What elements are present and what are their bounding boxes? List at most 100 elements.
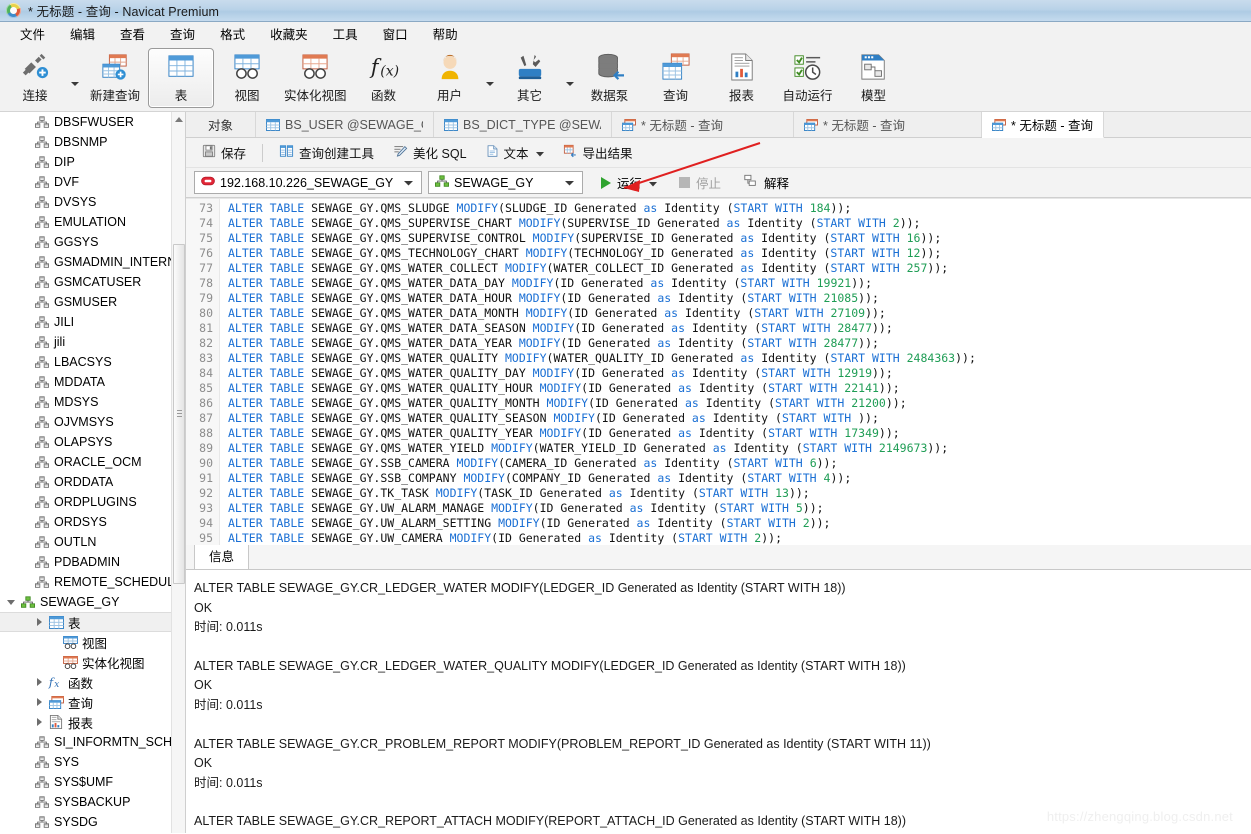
ribbon-button-query[interactable]: 查询 — [643, 48, 709, 108]
tree-node-sysbackup[interactable]: SYSBACKUP — [0, 792, 185, 812]
menu-query[interactable]: 查询 — [158, 22, 208, 45]
menu-view[interactable]: 查看 — [108, 22, 158, 45]
text-dropdown-caret-icon[interactable] — [535, 146, 544, 160]
ribbon-button-data-pump[interactable]: 数据泵 — [577, 48, 643, 108]
tree-node-jili[interactable]: jili — [0, 332, 185, 352]
tree-node-sysdg[interactable]: SYSDG — [0, 812, 185, 832]
scroll-up-arrow-icon[interactable] — [175, 117, 183, 122]
tree-node-remote-scheduler-agent[interactable]: REMOTE_SCHEDULER_AGENT — [0, 572, 185, 592]
run-dropdown-caret-icon[interactable] — [649, 176, 658, 190]
ribbon-dropdown-caret-icon[interactable] — [483, 48, 497, 108]
tree-node-oracle-ocm[interactable]: ORACLE_OCM — [0, 452, 185, 472]
ribbon-button-table[interactable]: 表 — [148, 47, 214, 108]
tree-node-gsmcatuser[interactable]: GSMCATUSER — [0, 272, 185, 292]
connection-select[interactable]: 192.168.10.226_SEWAGE_GY — [194, 171, 422, 194]
tree-node-dip[interactable]: DIP — [0, 152, 185, 172]
export-result-button[interactable]: 导出结果 — [555, 140, 641, 165]
tab-editor-4[interactable]: * 无标题 - 查询 — [794, 112, 983, 137]
tree-node-gsmadmin-internal[interactable]: GSMADMIN_INTERNAL — [0, 252, 185, 272]
expand-arrow-closed-icon[interactable] — [32, 678, 46, 686]
ribbon-button-other-tools[interactable]: 其它 — [497, 48, 563, 108]
ribbon-button-function[interactable]: f (x) 函数 — [351, 48, 417, 108]
tree-node-emulation[interactable]: EMULATION — [0, 212, 185, 232]
tree-node--[interactable]: 查询 — [0, 692, 185, 712]
query-builder-button[interactable]: 查询创建工具 — [271, 140, 382, 165]
tree-node--[interactable]: 实体化视图 — [0, 652, 185, 672]
tree-node--[interactable]: 表 — [0, 612, 185, 632]
database-select[interactable]: SEWAGE_GY — [428, 171, 583, 194]
tab-editor-1[interactable]: BS_USER @SEWAGE_GY (19... — [256, 112, 435, 137]
tree-node-olapsys[interactable]: OLAPSYS — [0, 432, 185, 452]
tree-node-dvsys[interactable]: DVSYS — [0, 192, 185, 212]
tree-node-mddata[interactable]: MDDATA — [0, 372, 185, 392]
tab-message[interactable]: 信息 — [194, 542, 250, 569]
schema-icon — [32, 375, 52, 389]
tree-node-dbsfwuser[interactable]: DBSFWUSER — [0, 112, 185, 132]
tree-node--[interactable]: 报表 — [0, 712, 185, 732]
tree-node-sewage-gy[interactable]: SEWAGE_GY — [0, 592, 185, 612]
tree-node-ordplugins[interactable]: ORDPLUGINS — [0, 492, 185, 512]
menu-favorites[interactable]: 收藏夹 — [258, 22, 321, 45]
ribbon-button-new-query[interactable]: 新建查询 — [82, 48, 148, 108]
expand-arrow-open-icon[interactable] — [4, 599, 18, 605]
sql-editor[interactable]: 73 74 75 76 77 78 79 80 81 82 83 84 85 86 87 88 89 90 91 92… — [186, 198, 1251, 545]
save-button[interactable]: 保存 — [194, 140, 254, 165]
beautify-sql-button[interactable]: 美化 SQL — [385, 140, 475, 165]
menu-help[interactable]: 帮助 — [421, 22, 471, 45]
ribbon-dropdown-caret-icon[interactable] — [68, 48, 82, 108]
tab-editor-5[interactable]: * 无标题 - 查询 — [982, 112, 1104, 138]
tree-node-pdbadmin[interactable]: PDBADMIN — [0, 552, 185, 572]
text-button[interactable]: 文本 — [478, 140, 552, 165]
sidebar-scrollbar[interactable] — [171, 112, 185, 833]
tree-node-dbsnmp[interactable]: DBSNMP — [0, 132, 185, 152]
ribbon-button-view[interactable]: 视图 — [214, 48, 280, 108]
tree-node-ordsys[interactable]: ORDSYS — [0, 512, 185, 532]
tree-node-outln[interactable]: OUTLN — [0, 532, 185, 552]
menu-tools[interactable]: 工具 — [321, 22, 371, 45]
tree-node-mdsys[interactable]: MDSYS — [0, 392, 185, 412]
tree-node-ojvmsys[interactable]: OJVMSYS — [0, 412, 185, 432]
tree-node-orddata[interactable]: ORDDATA — [0, 472, 185, 492]
ribbon-button-connection[interactable]: 连接 — [2, 48, 68, 108]
sql-code-area[interactable]: ALTER TABLE SEWAGE_GY.QMS_SLUDGE MODIFY(… — [220, 199, 1251, 545]
tab-editor-3[interactable]: * 无标题 - 查询 — [612, 112, 795, 137]
ribbon-button-report[interactable]: 报表 — [709, 48, 775, 108]
menu-window[interactable]: 窗口 — [371, 22, 421, 45]
expand-arrow-closed-icon[interactable] — [32, 698, 46, 706]
sidebar-scrollbar-thumb[interactable] — [173, 244, 185, 584]
ribbon-button-user[interactable]: 用户 — [417, 48, 483, 108]
ribbon-button-automation[interactable]: 自动运行 — [775, 48, 841, 108]
tree-node-sys[interactable]: SYS — [0, 752, 185, 772]
ribbon-dropdown-caret-icon[interactable] — [563, 48, 577, 108]
tree-node-label: GGSYS — [54, 235, 99, 249]
table-tab-icon — [444, 118, 458, 131]
ribbon-button-materialized-view[interactable]: 实体化视图 — [280, 48, 351, 108]
tab-editor-2[interactable]: BS_DICT_TYPE @SEWAGE_G... — [434, 112, 613, 137]
explain-button[interactable]: 解释 — [739, 173, 793, 192]
expand-arrow-closed-icon[interactable] — [32, 718, 46, 726]
tree-node-sys-umf[interactable]: SYS$UMF — [0, 772, 185, 792]
object-tree-sidebar[interactable]: DBSFWUSER DBSNMP DIP DVF DVSYS EMULATION… — [0, 112, 186, 833]
schema-icon — [32, 455, 52, 469]
tab-objects[interactable]: 对象 — [186, 112, 257, 137]
tree-node-si-informtn-schema[interactable]: SI_INFORMTN_SCHEMA — [0, 732, 185, 752]
menu-file[interactable]: 文件 — [8, 22, 58, 45]
tree-node-dvf[interactable]: DVF — [0, 172, 185, 192]
tree-node-lbacsys[interactable]: LBACSYS — [0, 352, 185, 372]
connection-dropdown-caret-icon[interactable] — [399, 180, 417, 186]
run-button[interactable]: 运行 — [597, 173, 661, 192]
tree-node--[interactable]: f x 函数 — [0, 672, 185, 692]
database-tree[interactable]: DBSFWUSER DBSNMP DIP DVF DVSYS EMULATION… — [0, 112, 185, 832]
result-tab-strip[interactable]: 信息 — [186, 542, 1251, 569]
tree-node-gsmuser[interactable]: GSMUSER — [0, 292, 185, 312]
expand-arrow-closed-icon[interactable] — [32, 618, 46, 626]
ribbon-button-model[interactable]: 模型 — [841, 48, 907, 108]
tab-strip[interactable]: 对象 BS_USER @SEWAGE_GY (19... BS_DICT_TYP… — [186, 112, 1251, 138]
tree-node-ggsys[interactable]: GGSYS — [0, 232, 185, 252]
menu-edit[interactable]: 编辑 — [58, 22, 108, 45]
tree-node-jili[interactable]: JILI — [0, 312, 185, 332]
menu-format[interactable]: 格式 — [208, 22, 258, 45]
database-dropdown-caret-icon[interactable] — [560, 180, 578, 186]
tree-node--[interactable]: 视图 — [0, 632, 185, 652]
message-log[interactable]: ALTER TABLE SEWAGE_GY.CR_LEDGER_WATER MO… — [186, 569, 1251, 833]
